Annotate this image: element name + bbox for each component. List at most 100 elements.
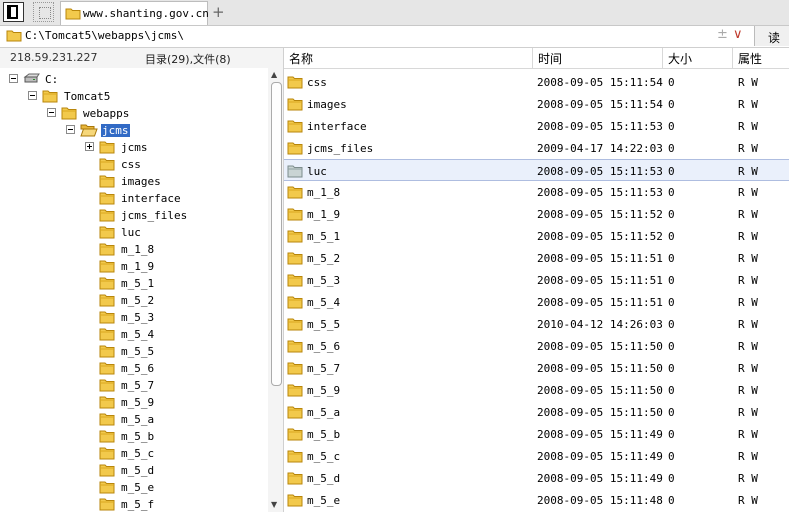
tab-layout-icon[interactable] (33, 2, 54, 22)
file-name: css (307, 76, 327, 89)
file-row[interactable]: m_5_6 2008-09-05 15:11:50 0 R W (284, 335, 789, 357)
file-name: m_5_b (307, 428, 341, 441)
scroll-down-icon[interactable]: ▼ (271, 500, 277, 509)
folder-icon (287, 449, 303, 466)
file-size: 0 (668, 428, 675, 441)
file-row[interactable]: m_5_4 2008-09-05 15:11:51 0 R W (284, 291, 789, 313)
path-input[interactable]: C:\Tomcat5\webapps\jcms\ (25, 29, 184, 42)
file-name: m_5_a (307, 406, 341, 419)
new-tab-icon[interactable]: + (212, 3, 225, 21)
tree-item-label: jcms (101, 124, 130, 137)
pin-icon[interactable]: ± (717, 27, 728, 42)
file-row[interactable]: m_5_e 2008-09-05 15:11:48 0 R W (284, 489, 789, 511)
folder-icon (99, 327, 115, 344)
collapse-icon[interactable] (47, 108, 56, 117)
file-attr: R W (738, 428, 758, 441)
folder-icon (99, 497, 115, 512)
folder-icon (99, 310, 115, 327)
folder-icon (99, 361, 115, 378)
folder-icon (287, 97, 303, 114)
expand-icon[interactable] (85, 142, 94, 151)
file-row[interactable]: m_5_1 2008-09-05 15:11:52 0 R W (284, 225, 789, 247)
folder-icon (287, 471, 303, 488)
file-size: 0 (668, 252, 675, 265)
file-attr: R W (738, 274, 758, 287)
panel-toggle-icon[interactable] (3, 2, 24, 22)
chevron-down-icon[interactable]: ∨ (733, 27, 743, 42)
file-time: 2008-09-05 15:11:52 (537, 208, 663, 221)
file-row[interactable]: m_5_d 2008-09-05 15:11:49 0 R W (284, 467, 789, 489)
folder-icon (287, 75, 303, 92)
address-bar: C:\Tomcat5\webapps\jcms\ ± ∨ 读取 (0, 26, 789, 62)
folder-icon (99, 259, 115, 276)
file-attr: R W (738, 318, 758, 331)
tree-item-label: m_5_4 (121, 328, 155, 341)
file-row[interactable]: m_5_b 2008-09-05 15:11:49 0 R W (284, 423, 789, 445)
folder-icon (99, 378, 115, 395)
tab-site[interactable]: www.shanting.gov.cn (60, 1, 209, 25)
tab-label: www.shanting.gov.cn (83, 7, 209, 20)
scroll-thumb[interactable] (271, 82, 282, 386)
file-row[interactable]: m_5_9 2008-09-05 15:11:50 0 R W (284, 379, 789, 401)
tree-item-label: m_5_d (121, 464, 155, 477)
file-row[interactable]: images 2008-09-05 15:11:54 0 R W (284, 93, 789, 115)
folder-icon (287, 229, 303, 246)
file-time: 2008-09-05 15:11:49 (537, 450, 663, 463)
folder-icon (287, 493, 303, 510)
folder-icon (61, 106, 77, 123)
folder-icon (99, 395, 115, 412)
file-attr: R W (738, 252, 758, 265)
file-size: 0 (668, 318, 675, 331)
file-row[interactable]: css 2008-09-05 15:11:54 0 R W (284, 71, 789, 93)
file-size: 0 (668, 296, 675, 309)
column-size[interactable]: 大小 (668, 50, 692, 67)
tree-item-label: m_5_f (121, 498, 155, 511)
tree-item-label: jcms (121, 141, 148, 154)
file-name: m_5_c (307, 450, 341, 463)
file-row[interactable]: interface 2008-09-05 15:11:53 0 R W (284, 115, 789, 137)
collapse-icon[interactable] (66, 125, 75, 134)
tree-item-label: m_5_c (121, 447, 155, 460)
file-row[interactable]: m_5_5 2010-04-12 14:26:03 0 R W (284, 313, 789, 335)
folder-icon (287, 185, 303, 202)
file-name: m_5_9 (307, 384, 341, 397)
file-size: 0 (668, 165, 675, 178)
file-time: 2008-09-05 15:11:49 (537, 428, 663, 441)
file-attr: R W (738, 450, 758, 463)
file-time: 2010-04-12 14:26:03 (537, 318, 663, 331)
file-row[interactable]: m_5_2 2008-09-05 15:11:51 0 R W (284, 247, 789, 269)
column-time[interactable]: 时间 (538, 50, 562, 67)
folder-icon (99, 140, 115, 157)
tree-item-label: m_5_9 (121, 396, 155, 409)
file-size: 0 (668, 472, 675, 485)
scroll-up-icon[interactable]: ▲ (271, 70, 277, 79)
file-row[interactable]: jcms_files 2009-04-17 14:22:03 0 R W (284, 137, 789, 159)
drive-icon (23, 72, 41, 88)
file-size: 0 (668, 362, 675, 375)
collapse-icon[interactable] (9, 74, 18, 83)
file-row[interactable]: m_5_c 2008-09-05 15:11:49 0 R W (284, 445, 789, 467)
file-row[interactable]: m_5_a 2008-09-05 15:11:50 0 R W (284, 401, 789, 423)
file-attr: R W (738, 208, 758, 221)
file-row[interactable]: m_5_3 2008-09-05 15:11:51 0 R W (284, 269, 789, 291)
collapse-icon[interactable] (28, 91, 37, 100)
file-time: 2008-09-05 15:11:50 (537, 340, 663, 353)
file-size: 0 (668, 142, 675, 155)
read-button[interactable]: 读取 (754, 26, 789, 62)
folder-icon (65, 7, 81, 23)
file-row[interactable]: luc 2008-09-05 15:11:53 0 R W (284, 159, 789, 181)
file-row[interactable]: m_5_7 2008-09-05 15:11:50 0 R W (284, 357, 789, 379)
file-row[interactable]: m_1_8 2008-09-05 15:11:53 0 R W (284, 181, 789, 203)
folder-icon (287, 317, 303, 334)
tree-scrollbar[interactable]: ▲ ▼ (270, 68, 282, 512)
file-size: 0 (668, 274, 675, 287)
folder-icon (99, 174, 115, 191)
file-row[interactable]: m_1_9 2008-09-05 15:11:52 0 R W (284, 203, 789, 225)
folder-icon (287, 339, 303, 356)
column-name[interactable]: 名称 (289, 50, 313, 67)
column-attr[interactable]: 属性 (738, 50, 762, 67)
folder-icon (99, 191, 115, 208)
tree-item-label: images (121, 175, 161, 188)
file-attr: R W (738, 98, 758, 111)
file-size: 0 (668, 208, 675, 221)
